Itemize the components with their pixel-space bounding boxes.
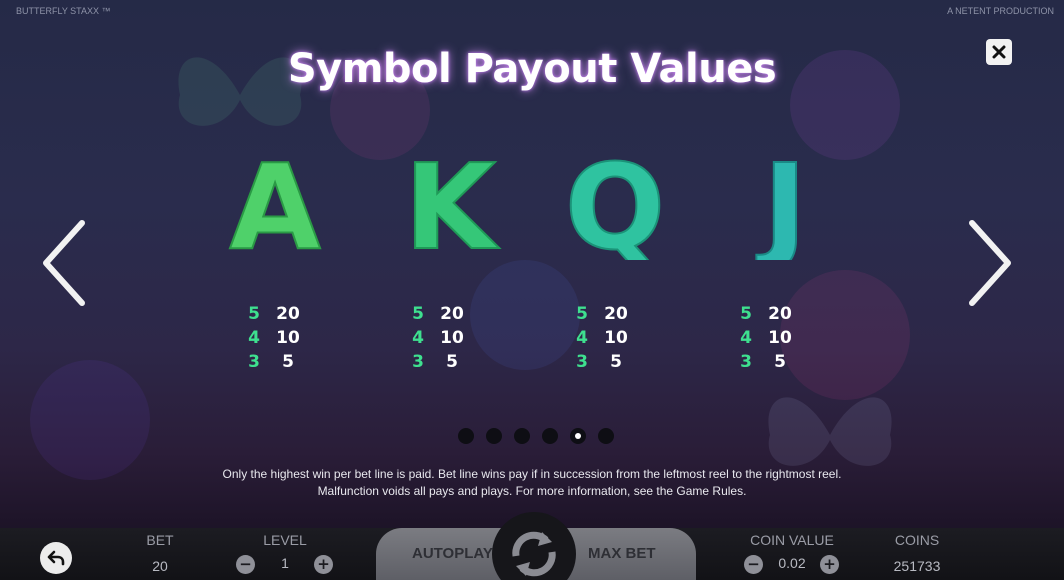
pay-value: 5 xyxy=(446,352,458,372)
rules-line-1: Only the highest win per bet line is pai… xyxy=(222,467,842,481)
paytable-j: 5 20 4 10 35 xyxy=(732,302,822,374)
bet-label: BET xyxy=(146,532,174,548)
previous-page-button[interactable] xyxy=(34,215,94,311)
max-bet-button[interactable]: MAX BET xyxy=(588,545,656,562)
symbol-letter: Q xyxy=(565,150,665,260)
paytable-q: 5 20 4 10 35 xyxy=(568,302,658,374)
pay-row: 35 xyxy=(404,350,494,374)
control-bar: BET 20 LEVEL − 1 + AUTOPLAY MAX BET COIN… xyxy=(0,512,1064,580)
pay-value: 20 xyxy=(276,304,300,324)
top-bar: BUTTERFLY STAXX ™ A NETENT PRODUCTION xyxy=(16,6,1054,20)
coins-value: 251733 xyxy=(893,558,941,574)
pay-count: 3 xyxy=(740,352,752,372)
provider-name: A NETENT PRODUCTION xyxy=(947,6,1054,16)
pay-value: 5 xyxy=(774,352,786,372)
symbol-letter: J xyxy=(756,150,807,260)
pay-row: 5 20 xyxy=(568,302,658,326)
back-arrow-icon xyxy=(47,550,65,566)
symbol-a: A xyxy=(228,150,321,260)
pay-count: 5 xyxy=(740,304,752,324)
rules-text: Only the highest win per bet line is pai… xyxy=(0,466,1064,500)
spin-icon xyxy=(512,531,556,577)
coin-value-increase-button[interactable]: + xyxy=(820,555,839,574)
pay-value: 10 xyxy=(604,328,628,348)
pay-row: 5 20 xyxy=(732,302,822,326)
bet-value: 20 xyxy=(152,558,168,574)
pay-row: 35 xyxy=(240,350,330,374)
pay-count: 3 xyxy=(576,352,588,372)
pay-count: 4 xyxy=(740,328,752,348)
pay-row: 5 20 xyxy=(404,302,494,326)
pay-row: 5 20 xyxy=(240,302,330,326)
pay-value: 5 xyxy=(610,352,622,372)
pay-row: 35 xyxy=(568,350,658,374)
close-button[interactable] xyxy=(986,39,1012,65)
pay-count: 5 xyxy=(248,304,260,324)
symbol-letter: A xyxy=(229,150,320,260)
autoplay-button[interactable]: AUTOPLAY xyxy=(412,545,493,562)
paytable-k: 5 20 4 10 35 xyxy=(404,302,494,374)
page-dot-5-active[interactable] xyxy=(570,428,586,444)
chevron-right-icon xyxy=(969,220,1011,306)
next-page-button[interactable] xyxy=(958,215,1018,311)
symbol-letter: K xyxy=(404,150,500,260)
level-decrease-button[interactable]: − xyxy=(236,555,255,574)
pay-value: 10 xyxy=(276,328,300,348)
page-title: Symbol Payout Values xyxy=(287,46,777,92)
pay-row: 4 10 xyxy=(240,326,330,350)
level-value: 1 xyxy=(281,555,289,571)
pay-value: 20 xyxy=(604,304,628,324)
level-increase-button[interactable]: + xyxy=(314,555,333,574)
pay-count: 4 xyxy=(576,328,588,348)
page-dot-1[interactable] xyxy=(458,428,474,444)
pay-value: 10 xyxy=(768,328,792,348)
pay-row: 35 xyxy=(732,350,822,374)
pay-row: 4 10 xyxy=(732,326,822,350)
pay-value: 20 xyxy=(768,304,792,324)
bg-flower xyxy=(30,360,150,480)
pay-count: 3 xyxy=(248,352,260,372)
page-dot-3[interactable] xyxy=(514,428,530,444)
page-dot-4[interactable] xyxy=(542,428,558,444)
pay-value: 20 xyxy=(440,304,464,324)
page-dot-2[interactable] xyxy=(486,428,502,444)
pay-count: 5 xyxy=(576,304,588,324)
pay-count: 4 xyxy=(412,328,424,348)
coin-value: 0.02 xyxy=(778,555,806,571)
pay-count: 3 xyxy=(412,352,424,372)
level-label: LEVEL xyxy=(263,532,307,548)
pay-value: 5 xyxy=(282,352,294,372)
coin-value-label: COIN VALUE xyxy=(750,532,834,548)
paytable-screen: BUTTERFLY STAXX ™ A NETENT PRODUCTION Sy… xyxy=(0,0,1064,580)
symbol-q: Q xyxy=(564,150,666,260)
pay-row: 4 10 xyxy=(568,326,658,350)
page-dot-6[interactable] xyxy=(598,428,614,444)
pay-value: 10 xyxy=(440,328,464,348)
rules-line-2: Malfunction voids all pays and plays. Fo… xyxy=(317,484,747,498)
symbol-k: K xyxy=(403,150,501,260)
back-button[interactable] xyxy=(40,542,72,574)
pagination-dots xyxy=(458,428,614,444)
pay-count: 4 xyxy=(248,328,260,348)
coins-label: COINS xyxy=(894,532,940,548)
chevron-left-icon xyxy=(43,220,85,306)
close-icon xyxy=(992,45,1006,59)
pay-row: 4 10 xyxy=(404,326,494,350)
pay-count: 5 xyxy=(412,304,424,324)
paytable-a: 5 20 4 10 35 xyxy=(240,302,330,374)
symbol-j: J xyxy=(755,150,808,260)
coin-value-decrease-button[interactable]: − xyxy=(744,555,763,574)
game-name: BUTTERFLY STAXX ™ xyxy=(16,6,111,16)
spin-button[interactable] xyxy=(492,512,576,580)
